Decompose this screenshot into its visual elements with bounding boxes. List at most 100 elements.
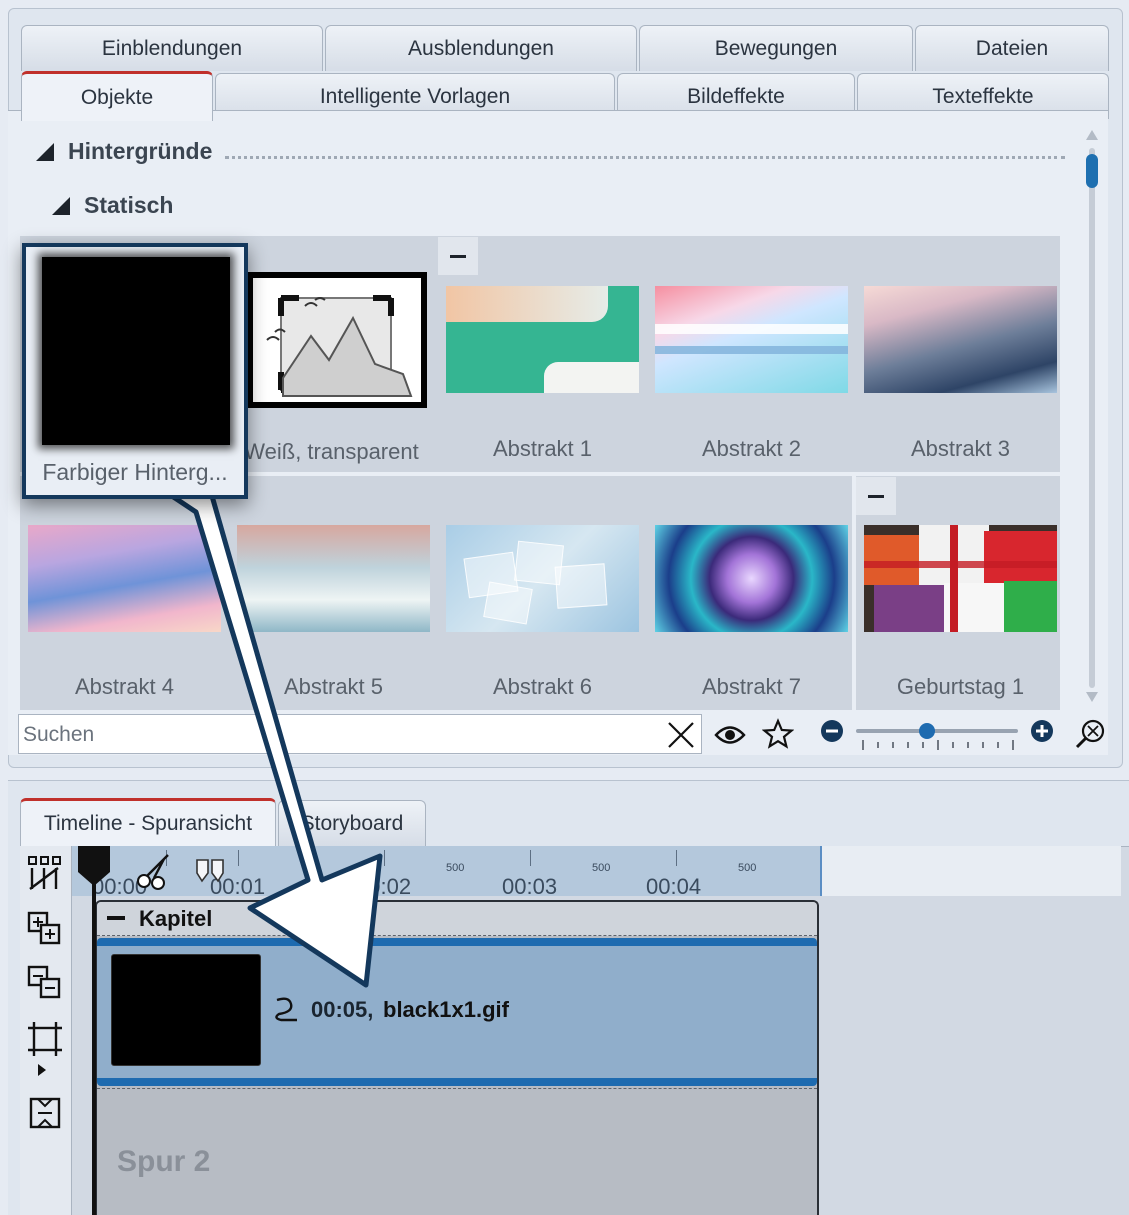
playhead[interactable] [78, 846, 110, 1215]
fit-tracks-icon[interactable] [24, 1018, 66, 1060]
thumbnail [446, 525, 639, 632]
tab-label: Intelligente Vorlagen [319, 84, 511, 108]
tile-label: Abstrakt 5 [283, 674, 384, 699]
timecode: 00:02 [356, 874, 412, 899]
thumbnail [28, 525, 221, 632]
thumbnail [655, 525, 848, 632]
scroll-thumb[interactable] [1086, 154, 1098, 188]
zoom-slider[interactable] [818, 714, 1058, 758]
tab-storyboard[interactable]: Storyboard [278, 800, 426, 846]
tab-label: Objekte [80, 85, 154, 109]
tab-objekte[interactable]: Objekte [21, 71, 213, 121]
vertical-scrollbar[interactable] [1085, 128, 1099, 708]
thumbnail [42, 257, 230, 445]
expand-arrow-icon[interactable] [38, 1064, 46, 1076]
ruler-subtick: 500 [592, 862, 611, 874]
track-label: Spur 2 [117, 1145, 211, 1178]
collapse-triangle-icon [36, 142, 54, 161]
tab-label: Texteffekte [932, 84, 1034, 108]
tab-label: Timeline - Spuransicht [43, 811, 253, 835]
tab-ausblendungen[interactable]: Ausblendungen [325, 25, 637, 71]
group-title: Statisch [84, 192, 174, 218]
tile-label: Abstrakt 4 [74, 674, 175, 699]
tab-label: Bewegungen [714, 36, 838, 60]
timecode: 00:03 [502, 874, 558, 899]
motion-path-icon [269, 992, 303, 1026]
add-track-icon[interactable] [24, 908, 66, 950]
tile-label: Abstrakt 7 [701, 674, 802, 699]
collapse-button[interactable] [856, 477, 896, 515]
thumbnail [655, 286, 848, 393]
remove-track-icon[interactable] [24, 962, 66, 1004]
tile-weiss-transparent[interactable]: Weiß, transparent [229, 246, 434, 471]
clip-black1x1[interactable]: 00:05, black1x1.gif [97, 938, 817, 1086]
group-statisch[interactable]: Statisch [52, 192, 173, 219]
clear-search-icon[interactable] [665, 719, 697, 751]
tab-einblendungen[interactable]: Einblendungen [21, 25, 323, 71]
zoom-to-fit-icon[interactable] [24, 1092, 66, 1134]
tab-dateien[interactable]: Dateien [915, 25, 1109, 71]
collapse-button[interactable] [438, 237, 478, 275]
search-input[interactable] [23, 721, 653, 749]
tab-label: Einblendungen [101, 36, 243, 60]
clip-duration: 00:05, [311, 997, 374, 1022]
clip-filename: black1x1.gif [383, 997, 509, 1022]
ruler-subtick: 500 [738, 862, 757, 874]
tile-abstrakt-6[interactable]: Abstrakt 6 [440, 515, 645, 710]
thumbnail [446, 286, 639, 393]
tab-label: Storyboard [300, 811, 404, 835]
group-hintergruende[interactable]: Hintergründe [36, 138, 212, 165]
tile-abstrakt-7[interactable]: Abstrakt 7 [649, 515, 854, 710]
tile-abstrakt-2[interactable]: Abstrakt 2 [649, 276, 854, 472]
tile-abstrakt-5[interactable]: Abstrakt 5 [231, 515, 436, 710]
tile-label: Abstrakt 2 [701, 436, 802, 461]
time-ruler[interactable]: 500 500 500 00:00 00:01 00:02 00:03 00:0… [72, 846, 820, 899]
star-icon[interactable] [760, 716, 796, 752]
tab-label: Bildeffekte [687, 84, 785, 108]
thumbnail [237, 525, 430, 632]
slider-track[interactable] [856, 729, 1018, 733]
tile-abstrakt-3[interactable]: Abstrakt 3 [858, 276, 1063, 472]
scroll-up-icon[interactable] [1086, 130, 1098, 140]
tile-label: Farbiger Hinterg... [42, 459, 228, 485]
tab-label: Ausblendungen [408, 36, 554, 60]
tab-timeline[interactable]: Timeline - Spuransicht [20, 798, 276, 846]
transparent-image-icon [247, 272, 427, 408]
dragged-tile-farbiger-hintergrund[interactable]: Farbiger Hinterg... [22, 243, 248, 499]
collapse-triangle-icon [52, 196, 70, 215]
tab-label: Dateien [975, 36, 1049, 60]
tile-label: Abstrakt 3 [910, 436, 1011, 461]
tile-abstrakt-1[interactable]: Abstrakt 1 [440, 276, 645, 472]
minus-icon [450, 254, 466, 258]
group-title: Hintergründe [68, 138, 213, 164]
zoom-fit-icon[interactable] [1072, 716, 1108, 752]
ruler-subtick: 500 [446, 862, 465, 874]
thumbnail [864, 525, 1057, 632]
search-box [18, 714, 702, 754]
tile-geburtstag-1[interactable]: Geburtstag 1 [858, 515, 1063, 710]
minus-icon [868, 494, 884, 498]
track-2[interactable]: Spur 2 [97, 1088, 817, 1215]
chapter-header[interactable]: Kapitel [97, 902, 817, 936]
tile-label: Abstrakt 1 [492, 436, 593, 461]
tile-label: Weiß, transparent [244, 439, 419, 464]
timeline-toolbar [20, 846, 72, 1215]
clip-thumbnail [111, 954, 261, 1066]
thumbnail [864, 286, 1057, 393]
timecode: 00:04 [646, 874, 702, 899]
scissors-icon[interactable] [132, 850, 176, 892]
tab-bewegungen[interactable]: Bewegungen [639, 25, 913, 71]
zoom-in-icon[interactable] [1030, 719, 1054, 743]
eye-icon[interactable] [712, 718, 748, 752]
playhead-handle-icon[interactable] [78, 846, 110, 886]
ruler-empty-area [820, 846, 1121, 896]
scroll-track[interactable] [1089, 148, 1095, 688]
marker-icon[interactable] [192, 856, 228, 886]
scroll-down-icon[interactable] [1086, 692, 1098, 702]
zoom-out-icon[interactable] [820, 719, 844, 743]
tile-label: Abstrakt 6 [492, 674, 593, 699]
tile-abstrakt-4[interactable]: Abstrakt 4 [22, 515, 227, 710]
split-tracks-icon[interactable] [24, 852, 66, 894]
chapter-title: Kapitel [139, 906, 213, 931]
slider-thumb[interactable] [919, 723, 936, 739]
